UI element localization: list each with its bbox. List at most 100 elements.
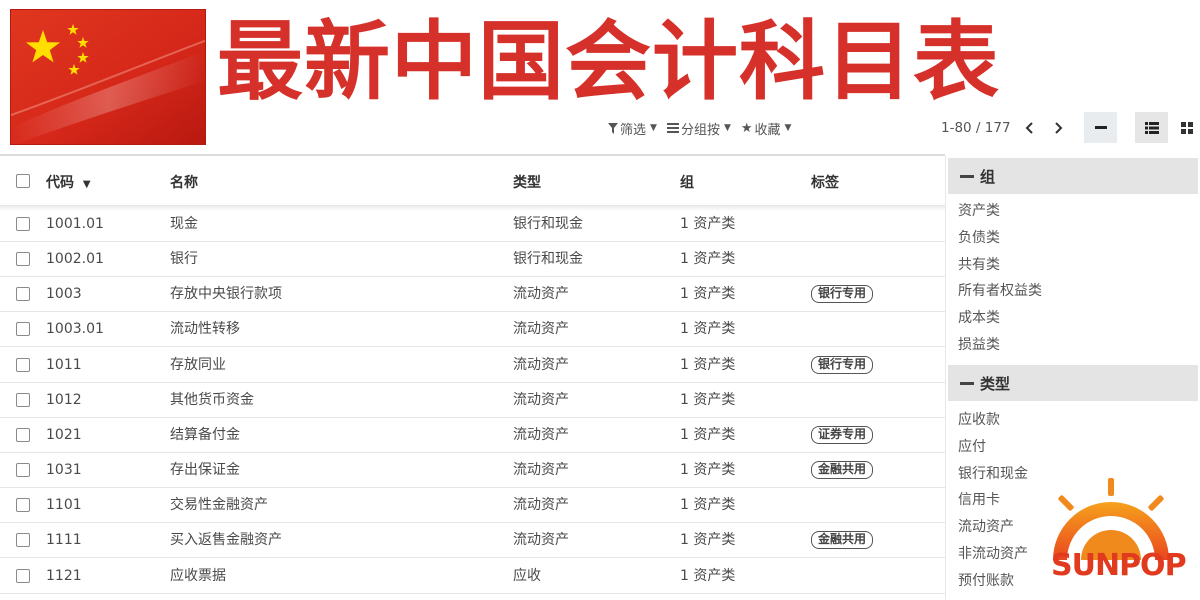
tag-badge: 证券专用: [811, 425, 874, 444]
row-group: 1 资产类: [680, 391, 736, 408]
select-all-checkbox[interactable]: [16, 174, 30, 188]
row-type: 流动资产: [513, 462, 569, 479]
toggle-panel-button[interactable]: [1084, 112, 1117, 143]
minus-icon: [1094, 126, 1107, 129]
row-checkbox[interactable]: [16, 252, 30, 267]
column-header-name[interactable]: 名称: [170, 172, 198, 192]
panel-group-item[interactable]: 共有类: [958, 252, 1000, 279]
row-name: 结算备付金: [170, 426, 240, 443]
row-code: 1031: [46, 462, 82, 479]
row-code: 1002.01: [46, 251, 104, 268]
panel-type-item[interactable]: 应收款: [958, 407, 1000, 434]
panel-type-item[interactable]: 银行和现金: [958, 461, 1028, 488]
panel-type-item[interactable]: 应付: [958, 434, 986, 461]
panel-type-item[interactable]: 预付账款: [958, 568, 1014, 595]
panel-section-type-header[interactable]: 类型: [948, 365, 1198, 401]
row-checkbox[interactable]: [16, 568, 30, 583]
column-header-group[interactable]: 组: [680, 172, 694, 192]
pager-next-button[interactable]: [1048, 114, 1070, 142]
panel-section-group-header[interactable]: 组: [948, 158, 1198, 194]
pager-previous-button[interactable]: [1018, 114, 1040, 142]
table-row[interactable]: 1021 结算备付金 流动资产 1 资产类 证券专用: [0, 418, 945, 453]
table-row[interactable]: 1101 交易性金融资产 流动资产 1 资产类: [0, 488, 945, 524]
table-row[interactable]: 1121 应收票据 应收 1 资产类: [0, 559, 945, 594]
list-view-button[interactable]: [1135, 112, 1168, 143]
panel-type-item[interactable]: 流动资产: [958, 514, 1014, 541]
row-code: 1001.01: [46, 216, 104, 232]
row-code: 1003: [46, 286, 82, 303]
row-name: 交易性金融资产: [170, 497, 268, 514]
chevron-right-icon: [1055, 122, 1063, 134]
row-checkbox[interactable]: [16, 463, 30, 478]
panel-group-item[interactable]: 资产类: [958, 198, 1000, 225]
table-row[interactable]: 1111 买入返售金融资产 流动资产 1 资产类 金融共用: [0, 523, 945, 559]
row-checkbox[interactable]: [16, 533, 30, 548]
tag-badge: 金融共用: [811, 531, 874, 550]
column-header-tags[interactable]: 标签: [811, 172, 839, 192]
panel-group-item[interactable]: 损益类: [958, 332, 1000, 359]
table-row[interactable]: 1031 存出保证金 流动资产 1 资产类 金融共用: [0, 453, 945, 489]
caret-down-icon: ▼: [650, 123, 657, 133]
tag-badge: 金融共用: [811, 461, 874, 480]
panel-group-item[interactable]: 成本类: [958, 305, 1000, 332]
panel-group-item[interactable]: 所有者权益类: [958, 278, 1042, 305]
table-row[interactable]: 1002.01 银行 银行和现金 1 资产类: [0, 242, 945, 278]
row-name: 流动性转移: [170, 321, 240, 338]
row-name: 存出保证金: [170, 462, 240, 479]
panel-type-item[interactable]: 信用卡: [958, 487, 1000, 514]
chevron-left-icon: [1025, 122, 1033, 134]
row-code: 1011: [46, 356, 82, 373]
row-group: 1 资产类: [680, 567, 736, 584]
row-checkbox[interactable]: [16, 392, 30, 407]
list-icon: [1144, 121, 1159, 134]
table-row[interactable]: 1001.01 现金 银行和现金 1 资产类: [0, 207, 945, 242]
pager-value[interactable]: 1-80 / 177: [941, 114, 1011, 142]
row-tags: 银行专用: [811, 348, 874, 383]
favorites-dropdown[interactable]: ★ 收藏 ▼: [741, 119, 792, 138]
minus-icon: [960, 381, 974, 385]
table-row[interactable]: 1012 其他货币资金 流动资产 1 资产类: [0, 383, 945, 418]
row-type: 流动资产: [513, 497, 569, 514]
row-name: 现金: [170, 216, 198, 232]
row-code: 1012: [46, 391, 82, 408]
row-group: 1 资产类: [680, 356, 736, 373]
row-group: 1 资产类: [680, 462, 736, 479]
row-checkbox[interactable]: [16, 287, 30, 302]
row-name: 银行: [170, 251, 198, 268]
row-checkbox[interactable]: [16, 357, 30, 372]
bars-icon: [666, 123, 679, 133]
kanban-view-button[interactable]: [1170, 112, 1200, 143]
row-type: 银行和现金: [513, 251, 583, 268]
panel-group-item[interactable]: 负债类: [958, 225, 1000, 252]
sunpop-logo-text: SUNPOP: [1051, 548, 1187, 583]
row-tags: 金融共用: [811, 453, 874, 488]
table-row[interactable]: 1003 存放中央银行款项 流动资产 1 资产类 银行专用: [0, 277, 945, 313]
row-group: 1 资产类: [680, 497, 736, 514]
filter-dropdown[interactable]: 筛选 ▼: [608, 119, 657, 138]
column-header-type[interactable]: 类型: [513, 172, 541, 192]
column-header-code[interactable]: 代码 ▼: [46, 172, 91, 192]
table-row[interactable]: 1011 存放同业 流动资产 1 资产类 银行专用: [0, 348, 945, 383]
row-group: 1 资产类: [680, 321, 736, 338]
row-type: 银行和现金: [513, 216, 583, 232]
row-name: 其他货币资金: [170, 391, 254, 408]
row-checkbox[interactable]: [16, 322, 30, 337]
panel-group-title: 组: [980, 167, 996, 186]
row-tags: 证券专用: [811, 418, 874, 453]
grid-icon: [1180, 121, 1193, 134]
row-group: 1 资产类: [680, 286, 736, 303]
tag-badge: 银行专用: [811, 355, 874, 374]
group-by-dropdown[interactable]: 分组按 ▼: [666, 119, 731, 138]
row-code: 1003.01: [46, 321, 104, 338]
table-row[interactable]: 1003.01 流动性转移 流动资产 1 资产类: [0, 312, 945, 348]
favorites-label: 收藏: [754, 122, 781, 138]
row-checkbox[interactable]: [16, 427, 30, 442]
tag-badge: 银行专用: [811, 285, 874, 304]
panel-type-item[interactable]: 非流动资产: [958, 541, 1028, 568]
row-checkbox[interactable]: [16, 498, 30, 513]
caret-down-icon: ▼: [723, 123, 731, 133]
row-checkbox[interactable]: [16, 217, 30, 231]
row-name: 存放同业: [170, 356, 226, 373]
page-title: 最新中国会计科目表: [217, 12, 1000, 112]
row-group: 1 资产类: [680, 216, 736, 232]
